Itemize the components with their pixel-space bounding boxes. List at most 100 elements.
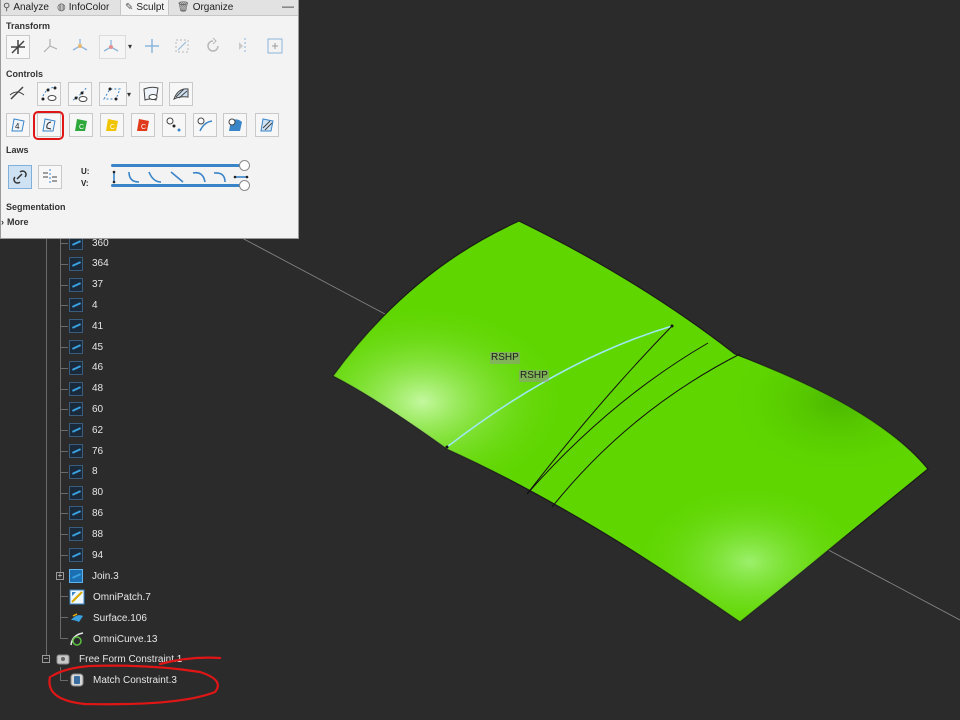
face-control-button[interactable]: 4: [6, 113, 30, 137]
expand-toggle[interactable]: +: [56, 572, 64, 580]
symmetry-law-button[interactable]: [38, 165, 62, 189]
mesh-points-icon: [103, 87, 121, 101]
translate-button[interactable]: [141, 35, 165, 59]
u-label: U:: [81, 167, 90, 176]
curve-feature-icon: [69, 506, 83, 521]
tab-sculpt[interactable]: ✎ Sculpt: [120, 0, 170, 15]
mesh-dropdown[interactable]: ▾: [127, 90, 131, 99]
section-segmentation: Segmentation: [6, 202, 66, 212]
tree-item[interactable]: 60: [69, 400, 103, 418]
red-continuity-button[interactable]: C: [131, 113, 155, 137]
tree-connector: [60, 367, 68, 369]
tree-item[interactable]: 80: [69, 484, 103, 502]
tree-item-omnipatch[interactable]: OmniPatch.7: [69, 588, 151, 606]
tree-connector: [60, 492, 68, 494]
rotate-button[interactable]: [202, 35, 226, 59]
link-icon: [13, 170, 27, 184]
tree-item-join[interactable]: Join.3: [69, 567, 119, 585]
tree-item-label: 37: [92, 279, 104, 291]
v-slider-track[interactable]: [111, 184, 243, 187]
mirror-button[interactable]: [234, 35, 258, 59]
tree-connector: [60, 451, 68, 452]
tab-analyze[interactable]: ⚲ Analyze: [3, 0, 49, 15]
link-laws-button[interactable]: [8, 165, 32, 189]
tree-item[interactable]: 45: [69, 338, 103, 356]
curve-constraint-button[interactable]: [193, 113, 217, 137]
minimize-button[interactable]: —: [282, 0, 294, 15]
annotation-scribble: [48, 656, 222, 706]
hide-transform-icon: [11, 40, 25, 54]
tree-connector: [60, 326, 68, 328]
hide-controls-button[interactable]: [6, 82, 30, 106]
tab-organize[interactable]: 🗑 Organize: [177, 0, 233, 15]
curve-feature-icon: [69, 548, 83, 562]
axis-button[interactable]: [39, 35, 63, 59]
rshp-label: RSHP: [519, 370, 549, 382]
tree-item[interactable]: 41: [69, 317, 103, 335]
surface-mesh-button[interactable]: [139, 82, 163, 106]
tree-item[interactable]: 88: [69, 525, 103, 543]
yellow-continuity-icon: C: [106, 119, 118, 131]
scale-icon: [175, 39, 189, 53]
pattern-constraint-button[interactable]: [255, 113, 279, 137]
mesh-points-button[interactable]: [99, 82, 127, 106]
tab-infocolor[interactable]: ◍ InfoColor: [57, 0, 109, 15]
curve-feature-icon: [69, 256, 83, 271]
curve-feature-icon: [69, 340, 83, 354]
hide-transform-button[interactable]: [6, 35, 30, 59]
move-axis-button[interactable]: [69, 35, 93, 59]
curve-points-button[interactable]: [68, 82, 92, 106]
red-continuity-icon: C: [137, 119, 149, 131]
palette-icon: ◍: [57, 2, 66, 13]
surface-constraint-button[interactable]: [223, 113, 247, 137]
tab-label: Sculpt: [136, 2, 165, 13]
tree-connector: [60, 305, 68, 307]
tree-item[interactable]: 4: [69, 296, 98, 314]
law-linear-icon: [170, 171, 184, 183]
tree-connector: [60, 284, 68, 286]
curve-feature-icon: [69, 381, 83, 396]
tree-item[interactable]: 48: [69, 380, 103, 398]
tree-item[interactable]: 94: [69, 546, 103, 564]
tree-connector: [46, 239, 47, 659]
tree-item-label: 48: [92, 383, 104, 395]
more-expander[interactable]: › More: [1, 217, 29, 227]
tree-item-label: 364: [92, 258, 109, 270]
tree-item[interactable]: 46: [69, 359, 103, 377]
sculpt-toolbar-panel: ⚲ Analyze ◍ InfoColor ✎ Sculpt 🗑 Organiz…: [0, 0, 299, 239]
tree-item[interactable]: 364: [69, 255, 109, 273]
scale-button[interactable]: [171, 35, 195, 59]
tree-item[interactable]: 8: [69, 463, 98, 481]
compass-dropdown[interactable]: ▾: [128, 42, 132, 51]
compass-icon: [103, 40, 119, 52]
control-points-button[interactable]: [37, 82, 61, 106]
point-constraint-button[interactable]: [162, 113, 186, 137]
point-constraint-icon: [166, 117, 181, 132]
curve-constraint-icon: [197, 117, 213, 132]
tree-item-label: 4: [92, 299, 98, 311]
svg-text:C: C: [141, 124, 146, 131]
tree-item-label: 80: [92, 487, 104, 499]
tree-item-surface[interactable]: Surface.106: [69, 609, 147, 627]
tree-item-label: 94: [92, 549, 104, 561]
bounding-box-icon: [267, 38, 283, 54]
tree-item[interactable]: 37: [69, 276, 103, 294]
bounding-box-button[interactable]: [264, 35, 288, 59]
tree-item-label: 62: [92, 424, 104, 436]
face-control-icon: 4: [11, 118, 25, 132]
section-transform: Transform: [6, 21, 51, 31]
u-slider-track[interactable]: [111, 164, 243, 167]
green-continuity-button[interactable]: C: [69, 113, 93, 137]
tree-item-label: 8: [92, 466, 98, 478]
curve-feature-icon: [69, 319, 83, 334]
tab-label: InfoColor: [68, 2, 110, 13]
compass-button[interactable]: [99, 35, 126, 59]
more-label: More: [7, 217, 29, 227]
tree-item[interactable]: 86: [69, 504, 103, 522]
tree-item[interactable]: 76: [69, 442, 103, 460]
curve-feature-icon: [69, 360, 83, 375]
surface-flow-button[interactable]: [169, 82, 193, 106]
tree-item[interactable]: 62: [69, 421, 103, 439]
yellow-continuity-button[interactable]: C: [100, 113, 124, 137]
tree-connector: [60, 555, 68, 556]
